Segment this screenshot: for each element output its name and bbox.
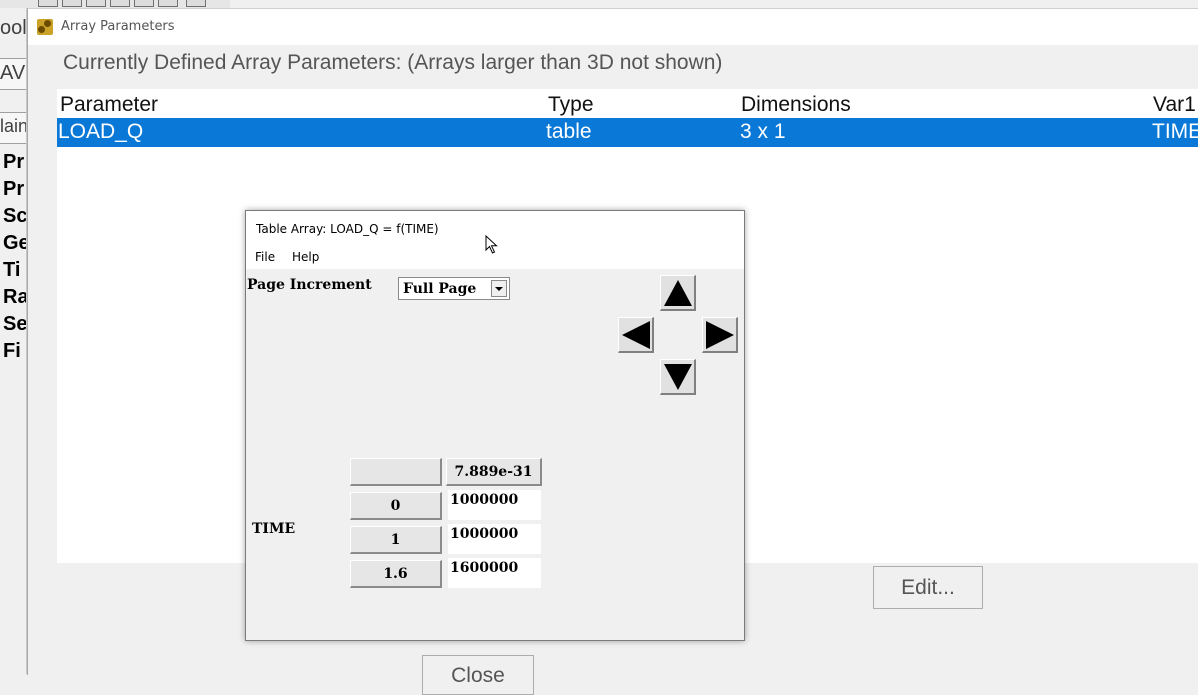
- column-header-parameter[interactable]: Parameter: [60, 93, 158, 117]
- edit-button[interactable]: Edit...: [873, 566, 983, 609]
- page-down-button[interactable]: [660, 359, 696, 395]
- toolbar-button[interactable]: [86, 0, 106, 7]
- background-menu-item[interactable]: Ra: [3, 286, 26, 309]
- app-icon: [37, 19, 53, 35]
- value-cell[interactable]: 1000000: [448, 490, 541, 520]
- table-window-title: Table Array: LOAD_Q = f(TIME): [256, 222, 439, 236]
- menu-file[interactable]: File: [255, 250, 275, 264]
- cell-dimensions: 3 x 1: [740, 120, 786, 143]
- dropdown-arrow-icon[interactable]: [491, 280, 507, 297]
- background-text-fragment: lain: [0, 116, 27, 136]
- page-increment-label: Page Increment: [247, 277, 372, 293]
- close-button[interactable]: Close: [422, 655, 534, 695]
- row-axis-label: TIME: [252, 521, 296, 537]
- page-increment-select[interactable]: Full Page: [398, 277, 510, 300]
- toolbar-button[interactable]: [38, 0, 58, 7]
- array-list-heading: Currently Defined Array Parameters: (Arr…: [63, 51, 723, 74]
- value-cell[interactable]: 1600000: [448, 558, 541, 588]
- toolbar-button[interactable]: [158, 0, 178, 7]
- row-header-button[interactable]: 0: [350, 492, 442, 520]
- page-increment-value: Full Page: [403, 281, 477, 297]
- value-cell[interactable]: 1000000: [448, 524, 541, 554]
- menu-help[interactable]: Help: [292, 250, 319, 264]
- cell-parameter: LOAD_Q: [58, 120, 144, 143]
- page-left-button[interactable]: [618, 317, 654, 353]
- table-row[interactable]: LOAD_Q table 3 x 1 TIME: [57, 118, 1198, 147]
- column-header-var1[interactable]: Var1: [1153, 93, 1196, 117]
- background-menu-item[interactable]: Se: [3, 313, 26, 336]
- background-menu-item[interactable]: Ti: [3, 259, 20, 282]
- background-text-fragment: AV: [0, 62, 26, 84]
- column-header-type[interactable]: Type: [548, 93, 594, 117]
- row-header-button[interactable]: 1: [350, 526, 442, 554]
- background-menu-item[interactable]: Ge: [3, 232, 26, 255]
- background-menu-item[interactable]: Sc: [3, 205, 26, 228]
- column-header-button[interactable]: 7.889e-31: [446, 458, 542, 486]
- page-right-button[interactable]: [702, 317, 738, 353]
- window-title: Array Parameters: [61, 19, 175, 34]
- page-up-button[interactable]: [660, 275, 696, 311]
- cell-type: table: [546, 120, 592, 143]
- background-menu-item[interactable]: Fi: [3, 340, 21, 363]
- table-window-titlebar: Table Array: LOAD_Q = f(TIME) File Help: [246, 211, 744, 269]
- toolbar-button[interactable]: [110, 0, 130, 7]
- arrow-down-icon: [663, 363, 692, 390]
- toolbar-button[interactable]: [186, 0, 206, 7]
- row-header-button[interactable]: 1.6: [350, 560, 442, 588]
- arrow-right-icon: [705, 320, 734, 349]
- cell-var1: TIME: [1152, 120, 1198, 143]
- table-array-window: Table Array: LOAD_Q = f(TIME) File Help …: [245, 210, 745, 641]
- corner-header-button[interactable]: [350, 458, 442, 486]
- toolbar-button[interactable]: [134, 0, 154, 7]
- toolbar-button[interactable]: [62, 0, 82, 7]
- arrow-left-icon: [621, 320, 650, 349]
- background-side-panel: ool AV lain Pr Pr Sc Ge Ti Ra Se Fi: [0, 8, 27, 674]
- background-menu-item[interactable]: Pr: [3, 178, 24, 201]
- background-menu-item[interactable]: Pr: [3, 151, 24, 174]
- arrow-up-icon: [663, 279, 692, 306]
- window-titlebar[interactable]: Array Parameters: [28, 9, 1198, 45]
- mouse-cursor-icon: [485, 235, 498, 254]
- background-text-fragment: ool: [0, 17, 27, 39]
- column-header-dimensions[interactable]: Dimensions: [741, 93, 851, 117]
